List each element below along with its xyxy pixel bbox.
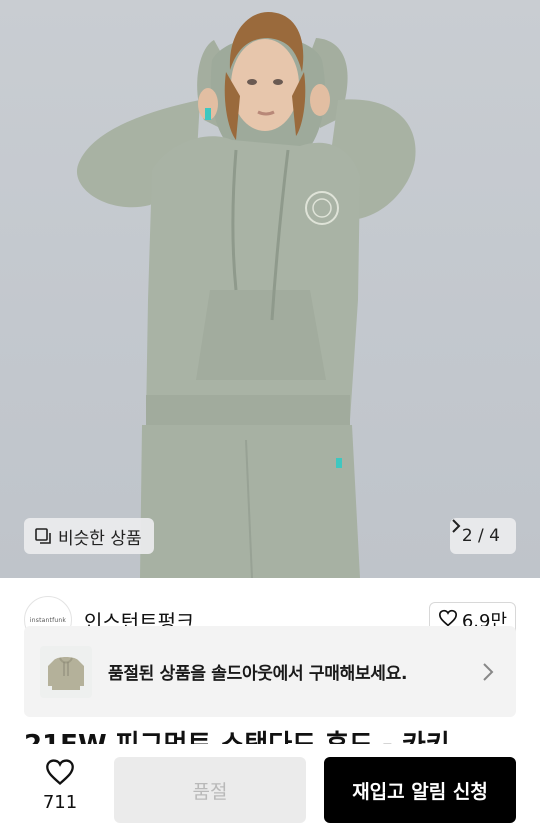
wishlist-count: 711: [42, 792, 78, 813]
image-page-indicator[interactable]: 2 / 4: [449, 518, 516, 554]
product-image-carousel[interactable]: 비슷한 상품 2 / 4: [0, 0, 540, 578]
page-indicator-text: 2 / 4: [461, 526, 500, 546]
product-photo: [76, 12, 416, 578]
restock-alert-button[interactable]: 재입고 알림 신청: [324, 757, 516, 823]
banner-product-thumbnail: [40, 645, 92, 698]
chevron-right-icon: [482, 662, 494, 686]
banner-text: 품절된 상품을 솔드아웃에서 구매해보세요.: [108, 664, 408, 684]
soldout-button: 품절: [114, 757, 306, 823]
heart-outline-icon: [44, 759, 76, 790]
similar-products-label: 비슷한 상품: [58, 528, 142, 549]
wishlist-button[interactable]: 711: [24, 758, 96, 822]
bottom-action-bar: 711 품절 재입고 알림 신청: [0, 744, 540, 837]
similar-products-button[interactable]: 비슷한 상품: [24, 518, 154, 554]
soldout-marketplace-banner[interactable]: 품절된 상품을 솔드아웃에서 구매해보세요.: [24, 626, 516, 717]
stacked-squares-icon: [34, 527, 52, 545]
brand-logo-text: instantfunk: [29, 616, 67, 624]
